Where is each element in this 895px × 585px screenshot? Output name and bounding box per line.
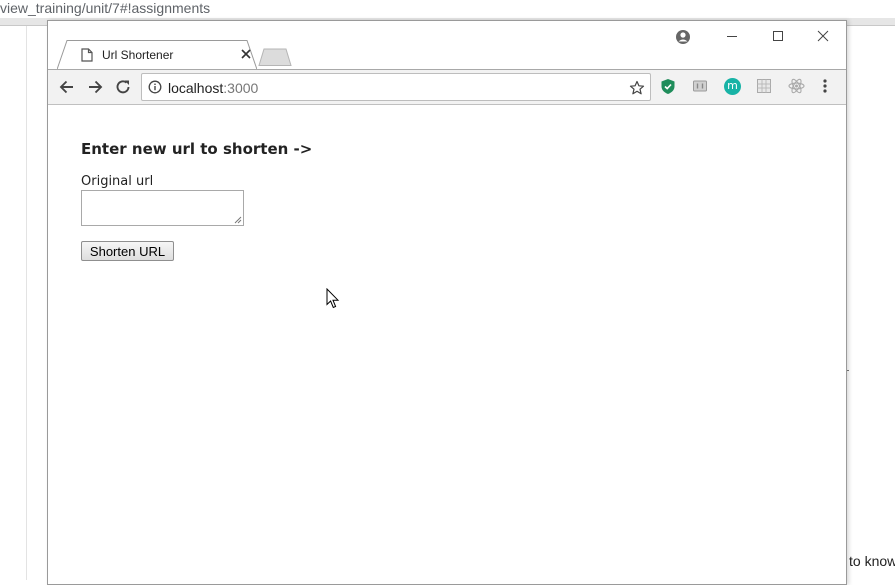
page-icon xyxy=(81,48,93,62)
back-arrow-icon[interactable] xyxy=(58,78,76,96)
shorten-url-button[interactable]: Shorten URL xyxy=(81,241,174,261)
react-icon[interactable] xyxy=(788,78,805,94)
maximize-icon[interactable] xyxy=(771,29,785,43)
background-divider xyxy=(26,26,27,580)
shield-icon[interactable] xyxy=(660,78,676,95)
page-viewport: Enter new url to shorten -> Original url… xyxy=(48,106,846,584)
profile-icon[interactable] xyxy=(675,29,691,45)
background-text: to know xyxy=(849,553,895,569)
close-icon[interactable] xyxy=(240,48,252,60)
close-window-icon[interactable] xyxy=(816,29,830,43)
star-icon[interactable] xyxy=(629,80,645,96)
kebab-menu-icon[interactable] xyxy=(821,78,829,94)
browser-toolbar: localhost:3000 m xyxy=(48,69,846,105)
grid-icon[interactable] xyxy=(756,78,772,94)
new-tab-button[interactable] xyxy=(258,48,294,66)
m-avatar-icon[interactable]: m xyxy=(724,78,741,95)
browser-window: Url Shortener localhost:3000 m Enter new… xyxy=(47,20,847,585)
resize-grip-icon[interactable] xyxy=(233,215,242,224)
address-port: :3000 xyxy=(223,80,259,96)
tab-title: Url Shortener xyxy=(102,48,174,62)
background-url-text: view_training/unit/7#!assignments xyxy=(0,0,211,16)
address-host: localhost xyxy=(168,80,224,96)
forward-arrow-icon[interactable] xyxy=(86,78,104,96)
original-url-input[interactable] xyxy=(81,190,244,226)
original-url-label: Original url xyxy=(81,174,154,189)
page-title: Enter new url to shorten -> xyxy=(81,140,313,158)
reload-icon[interactable] xyxy=(114,78,132,96)
address-text: localhost:3000 xyxy=(168,80,258,96)
tab-url-shortener[interactable]: Url Shortener xyxy=(57,40,257,70)
film-icon[interactable] xyxy=(692,78,708,94)
info-icon[interactable] xyxy=(148,80,162,94)
minimize-icon[interactable] xyxy=(725,29,739,43)
m-avatar-letter: m xyxy=(727,79,738,92)
mouse-cursor-icon xyxy=(326,288,340,309)
address-bar[interactable]: localhost:3000 xyxy=(141,73,651,101)
title-bar: Url Shortener xyxy=(48,21,846,70)
